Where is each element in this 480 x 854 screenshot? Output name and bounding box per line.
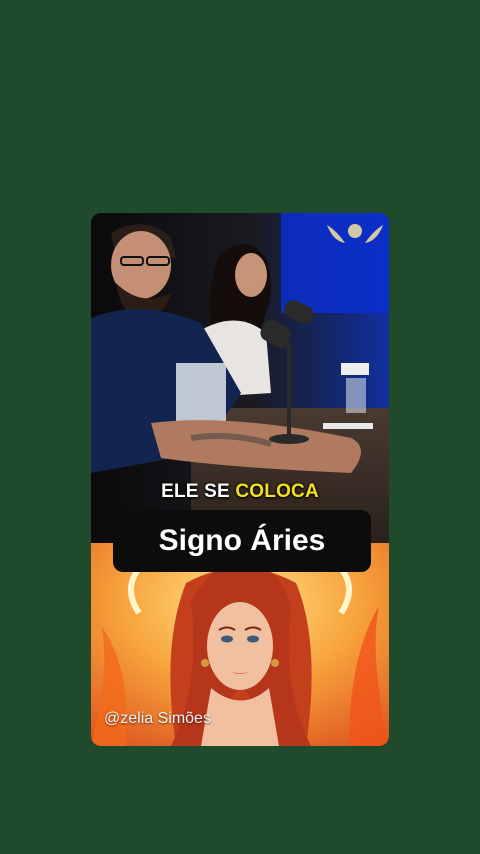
- title-banner: Signo Áries: [113, 510, 371, 572]
- caption-text: ELE SE COLOCA: [91, 481, 389, 503]
- caption-prefix: ELE SE: [161, 481, 230, 502]
- caption-highlight: COLOCA: [235, 481, 319, 502]
- video-frame[interactable]: ELE SE COLOCA Signo Áries @zelia Simões: [91, 213, 389, 746]
- watermark: @zelia Simões: [104, 710, 211, 727]
- title-text: Signo Áries: [158, 524, 326, 557]
